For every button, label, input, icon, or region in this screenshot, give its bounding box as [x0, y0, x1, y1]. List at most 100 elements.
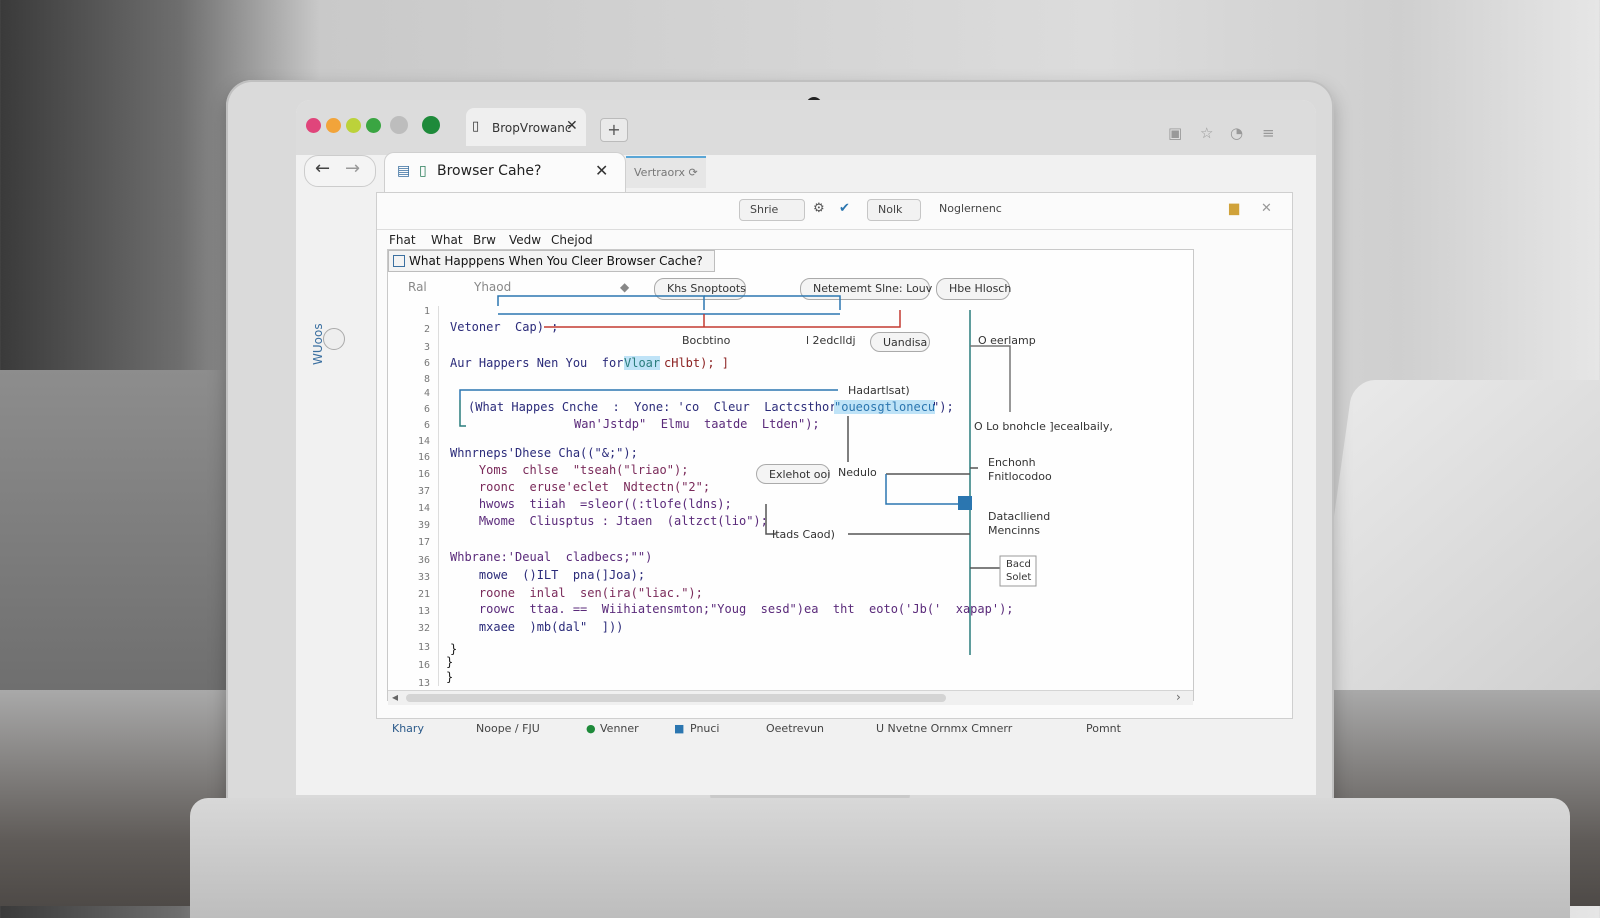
collapse-icon[interactable]: ✕	[1261, 201, 1272, 216]
line-number: 14	[417, 503, 430, 514]
line-number: 39	[417, 520, 430, 531]
code-line: (What Happes Cnche : Yone: 'co Cleur Lac…	[468, 400, 873, 414]
status-item[interactable]: Khary	[392, 722, 424, 735]
scroll-right-icon[interactable]: ›	[1176, 690, 1181, 704]
menu-bar: Fhat What Brw Vedw Chejod	[377, 229, 1292, 250]
folder-icon[interactable]: ▆	[1229, 201, 1239, 216]
line-number: 16	[417, 660, 430, 671]
connector-line	[885, 474, 960, 505]
line-number: 6	[423, 420, 430, 431]
connector-line	[459, 389, 838, 400]
unhisa-pill[interactable]: Uandisa	[870, 332, 930, 352]
connector-line	[970, 345, 1011, 412]
code-line: hwows tiiah =sleor((:tlofe(ldns);	[450, 497, 732, 511]
background-shelf	[0, 370, 240, 740]
connector-line	[497, 295, 705, 310]
refresh-icon[interactable]: ◔	[1230, 124, 1243, 142]
diagram-label: Dataclliend	[988, 510, 1051, 523]
connector-line	[704, 295, 841, 310]
horizontal-scrollbar[interactable]: ◂ ›	[388, 690, 1193, 705]
tab-label: BropVrowanc	[492, 121, 572, 135]
share-icon[interactable]: ▣	[1168, 124, 1182, 142]
line-number: 13	[417, 642, 430, 653]
line-number: 37	[417, 486, 430, 497]
engineer-button[interactable]: Noglernenc	[929, 199, 1039, 219]
line-number: 17	[417, 537, 430, 548]
tab-bropvrowanc[interactable]: ▯ BropVrowanc ✕	[466, 108, 586, 146]
diagram-label: l 2edclldj	[806, 334, 856, 347]
connector-line	[544, 310, 901, 328]
share-label: Shrie	[750, 203, 779, 216]
line-number: 14	[417, 436, 430, 447]
status-item[interactable]: Oeetrevun	[766, 722, 824, 735]
scroll-left-icon[interactable]: ◂	[392, 690, 398, 704]
window-icon: ▤	[397, 163, 411, 179]
menu-icon[interactable]: ≡	[1262, 124, 1275, 142]
engineer-label: Noglernenc	[939, 202, 1002, 215]
nav-buttons: ← →	[304, 155, 376, 187]
line-number: 33	[417, 572, 430, 583]
share-button[interactable]: Shrie	[739, 199, 805, 221]
status-item[interactable]: U Nvetne Ornmx Cmnerr	[876, 722, 1012, 735]
scroll-thumb[interactable]	[406, 694, 946, 702]
status-item[interactable]: Pnuci	[690, 722, 720, 735]
page-icon: ▯	[472, 119, 480, 134]
exhelot-pill[interactable]: Exlehot ooi	[756, 464, 830, 484]
note-button[interactable]: Nolk	[867, 199, 921, 221]
note-label: Nolk	[878, 203, 903, 216]
code-line: ");	[932, 400, 954, 414]
profile-icon[interactable]	[390, 116, 408, 134]
check-icon[interactable]: ✔	[839, 201, 850, 216]
shield-icon[interactable]	[422, 116, 440, 134]
status-item[interactable]: Pomnt	[1086, 722, 1121, 735]
pill-label: Uandisa	[883, 336, 928, 349]
code-line: Yoms chlse "tseah("lriao");	[450, 463, 689, 477]
diagram-label: Fnitlocodoo	[988, 470, 1052, 483]
diagram-label: Itads Caod)	[772, 528, 835, 541]
diagram-label: Enchonh	[988, 456, 1036, 469]
background-device	[1306, 380, 1600, 710]
tab-label: Browser Cahe?	[437, 163, 542, 179]
code-line: roonc eruse'eclet Ndtectn("2";	[450, 480, 711, 494]
diagram-label: Mencinns	[988, 524, 1041, 537]
code-line: mxaee )mb(dal" ]))	[450, 620, 624, 634]
forward-icon[interactable]: →	[345, 158, 360, 179]
code-line: cHlbt); ]	[664, 356, 730, 370]
tab-vertraorx[interactable]: Vertraorx ⟳	[626, 156, 706, 188]
tab-strip: ▯ BropVrowanc ✕ + ▣ ☆ ◔ ≡	[296, 100, 1316, 155]
status-bar: Khary Noope / FJU ● Venner ■ Pnuci Oeetr…	[386, 720, 1186, 740]
menu-item-chejod[interactable]: Chejod	[551, 233, 593, 247]
line-number: 2	[423, 324, 430, 335]
code-line: Vetoner Cap) ;	[450, 320, 559, 334]
status-dot-icon: ●	[586, 722, 596, 735]
code-line: Aur Happers Nen You fors'	[450, 356, 638, 370]
laptop-screen: ▯ BropVrowanc ✕ + ▣ ☆ ◔ ≡ ← → ▤ ▯ Browse…	[296, 100, 1316, 795]
close-tab-icon[interactable]: ✕	[566, 118, 578, 134]
star-icon[interactable]: ☆	[1200, 124, 1213, 142]
tab-label: Vertraorx ⟳	[634, 166, 698, 179]
line-number: 6	[423, 358, 430, 369]
menu-item-brw[interactable]: Brw	[473, 233, 496, 247]
menu-item-what[interactable]: What	[431, 233, 463, 247]
menu-item-fhat[interactable]: Fhat	[389, 233, 416, 247]
editor-window: Shrie ⚙ ✔ Nolk Noglernenc ▆ ✕ Fhat What …	[376, 192, 1293, 719]
close-window-dot[interactable]	[306, 118, 321, 133]
minimize-window-dot[interactable]	[326, 118, 341, 133]
new-tab-button[interactable]: +	[600, 118, 628, 142]
line-number: 6	[423, 404, 430, 415]
code-line: Wan'Jstdp" Elmu taatde Ltden");	[574, 417, 820, 431]
settings-icon[interactable]: ⚙	[813, 201, 825, 216]
status-item[interactable]: Venner	[600, 722, 639, 735]
zoom-window-dot[interactable]	[346, 118, 361, 133]
line-number: 1	[423, 306, 430, 317]
side-avatar-icon[interactable]	[323, 328, 345, 350]
line-number: 36	[417, 555, 430, 566]
back-icon[interactable]: ←	[315, 158, 330, 179]
document-panel: What Happpens When You Cleer Browser Cac…	[387, 249, 1194, 705]
code-line: roone inlal sen(ira("liac.");	[450, 586, 703, 600]
menu-item-vedw[interactable]: Vedw	[509, 233, 541, 247]
extension-dot[interactable]	[366, 118, 381, 133]
close-tab-icon[interactable]: ✕	[595, 161, 608, 180]
status-item[interactable]: Noope / FJU	[476, 722, 540, 735]
tab-browser-cache[interactable]: ▤ ▯ Browser Cahe? ✕	[384, 152, 626, 193]
